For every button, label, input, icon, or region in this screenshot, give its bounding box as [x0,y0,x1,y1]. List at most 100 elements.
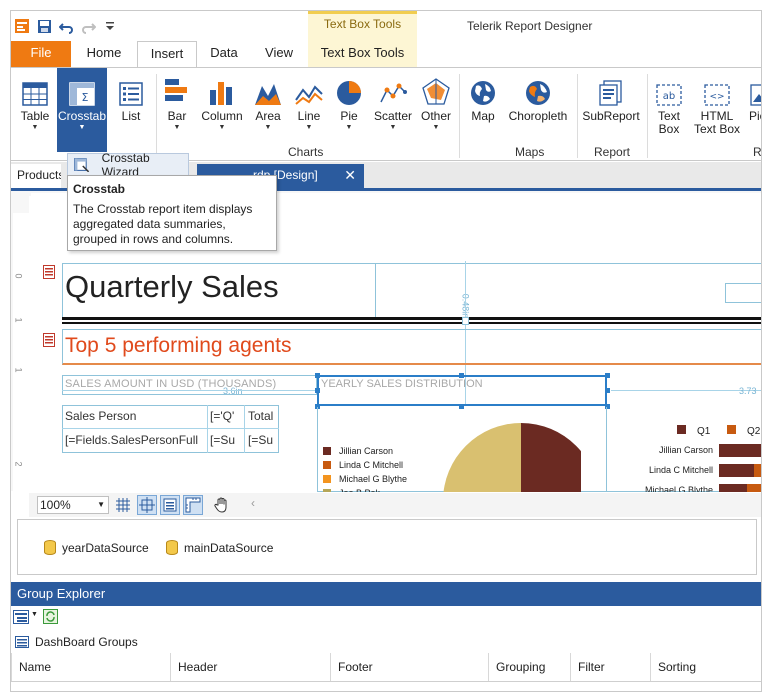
chevron-down-icon[interactable]: ▼ [31,611,38,618]
list-icon [119,82,143,106]
column-header-name[interactable]: Name [11,653,171,681]
undo-icon[interactable] [57,17,75,35]
separator-line [62,317,761,320]
selection-handle[interactable] [315,388,320,393]
resize-handle[interactable] [462,317,469,325]
rulers-icon[interactable] [183,495,203,515]
tab-insert[interactable]: Insert [137,41,197,68]
context-group-label: Text Box Tools [323,17,402,31]
map-button[interactable]: Map [463,72,503,142]
selection-handle[interactable] [605,388,610,393]
tab-text-box-tools[interactable]: Text Box Tools [308,41,417,67]
pie-chart-container [421,409,581,492]
tab-data[interactable]: Data [199,41,249,67]
table-cell-sales-person[interactable]: [=Fields.SalesPersonFull [65,433,205,447]
report-header-section-icon[interactable] [43,333,55,350]
group-explorer-root[interactable]: DashBoard Groups [15,635,138,649]
bar-chart-container: Q1 Q2 Jillian Carson Linda C Mitchell Michae… [611,409,761,492]
yearly-sales-pie-chart [443,423,581,492]
pie-slice [521,423,581,492]
pie-chart-button[interactable]: Pie ▼ [331,72,367,142]
group-label-report: Report [594,145,631,159]
page-header-section-icon[interactable] [43,265,55,282]
tab-home[interactable]: Home [75,41,133,67]
tooltip-title: Crosstab [73,182,126,196]
refresh-icon[interactable] [43,609,58,627]
table-cell-quarter[interactable]: [=Su [210,433,243,447]
column-header-header[interactable]: Header [171,653,331,681]
selection-handle[interactable] [315,373,320,378]
data-source-year[interactable]: yearDataSource [44,540,149,555]
crosstab-button[interactable]: Σ Crosstab ▼ [57,68,107,152]
guide-line [62,390,316,391]
chevron-down-icon: ▼ [432,124,440,131]
bar-segment [719,444,761,457]
grid-icon[interactable] [115,497,131,516]
separator-line [62,322,761,324]
window-title: Telerik Report Designer [467,19,593,33]
group-label-charts: Charts [288,145,324,159]
column-chart-button[interactable]: Column ▼ [199,72,245,142]
quick-access-toolbar [13,15,119,37]
group-label-more: R [753,145,762,159]
table-cell-total[interactable]: [=Su [248,433,278,447]
list-button[interactable]: List [111,72,151,142]
snap-to-grid-icon[interactable] [137,495,157,515]
tab-view[interactable]: View [254,41,304,67]
picture-box-button[interactable]: Pic [747,72,761,142]
legend-swatch [677,425,686,434]
database-icon [44,540,56,555]
bar-category-label: Jillian Carson [659,445,713,455]
bar-segment [754,464,761,477]
html-text-box-button[interactable]: <> HTML Text Box [691,72,743,142]
app-icon[interactable] [13,17,31,35]
area-chart-button[interactable]: Area ▼ [249,72,287,142]
subreport-button[interactable]: SubReport [581,72,641,142]
column-header-filter[interactable]: Filter [571,653,651,681]
crosstab-wizard-menu-item[interactable]: Crosstab Wizard [67,151,189,179]
group-separator [577,74,578,158]
chevron-down-icon: ▼ [173,124,181,131]
tab-products-report[interactable]: Products [11,164,61,188]
table-header-quarter[interactable]: [='Q' [210,409,243,423]
database-icon [166,540,178,555]
scroll-left-icon[interactable]: ‹ [251,496,255,510]
table-header-sales-person[interactable]: Sales Person [65,409,205,423]
bar-segment [747,484,761,492]
ribbon-insert: Table ▼ Σ Crosstab ▼ List Bar ▼ Column ▼… [11,67,762,161]
choropleth-icon [526,81,550,105]
selection-handle[interactable] [459,373,464,378]
column-header-footer[interactable]: Footer [331,653,489,681]
groups-icon [15,636,29,648]
tab-file[interactable]: File [11,41,71,67]
other-chart-button[interactable]: Other ▼ [417,72,455,142]
save-icon[interactable] [35,17,53,35]
pie-chart-legend: Jillian Carson Linda C Mitchell Michael G … [323,446,423,492]
hand-pan-icon[interactable] [213,496,231,517]
scatter-chart-button[interactable]: Scatter ▼ [371,72,415,142]
customize-toolbar-icon[interactable] [101,17,119,35]
zoom-dropdown[interactable]: 100% ▼ [37,496,109,514]
data-source-main[interactable]: mainDataSource [166,540,273,555]
chevron-down-icon: ▼ [345,124,353,131]
column-header-sorting[interactable]: Sorting [651,653,761,681]
snap-to-lines-icon[interactable] [160,495,180,515]
picture-icon [750,84,761,106]
selection-handle[interactable] [605,373,610,378]
text-box-button[interactable]: ab Text Box [651,72,687,142]
line-chart-button[interactable]: Line ▼ [291,72,327,142]
column-header-grouping[interactable]: Grouping [489,653,571,681]
radar-chart-icon [422,78,450,105]
choropleth-button[interactable]: Choropleth [505,72,571,142]
table-header-total[interactable]: Total [248,409,278,423]
redo-icon[interactable] [79,17,97,35]
chevron-down-icon: ▼ [78,124,86,131]
bar-chart-button[interactable]: Bar ▼ [159,72,195,142]
page-number-textbox[interactable] [725,283,761,303]
legend-label: Michael G Blythe [339,474,408,484]
chevron-down-icon: ▼ [218,124,226,131]
yearly-sales-header: YEARLY SALES DISTRIBUTION [321,378,483,390]
group-view-icon[interactable] [13,610,29,627]
close-icon[interactable]: ✕ [344,164,356,186]
table-button[interactable]: Table ▼ [14,72,56,142]
